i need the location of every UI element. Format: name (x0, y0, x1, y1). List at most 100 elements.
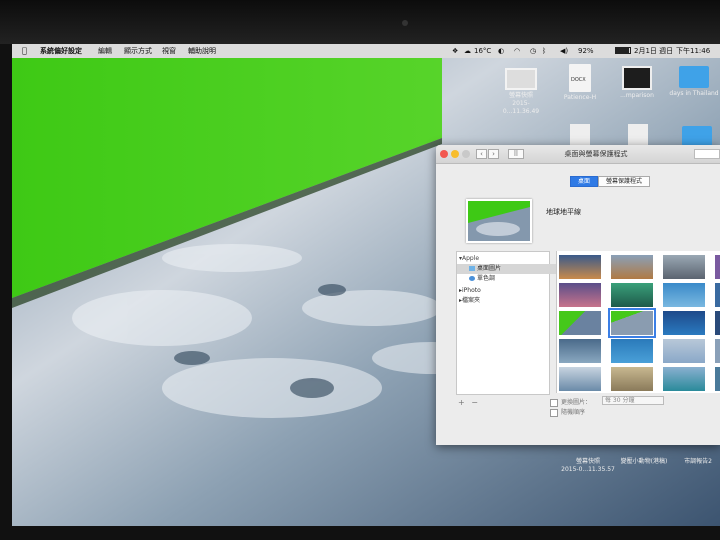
wallpaper-thumb[interactable] (559, 367, 601, 391)
wallpaper-thumb[interactable] (715, 339, 720, 363)
change-picture-checkbox[interactable] (550, 398, 558, 407)
dash-icon[interactable]: ◐ (498, 44, 504, 58)
icon-label: ...mparison (620, 92, 654, 99)
doc-file-icon[interactable] (628, 124, 648, 146)
doc-file-icon[interactable] (570, 124, 590, 146)
time[interactable]: 下午11:46 (676, 44, 710, 58)
tab-desktop[interactable]: 桌面 (570, 176, 598, 187)
image-file-icon (622, 66, 652, 90)
screenshot-thumbnail-icon (505, 68, 537, 90)
add-remove-buttons: + − (458, 398, 478, 407)
wallpaper-thumb[interactable] (663, 339, 705, 363)
remove-folder-button[interactable]: − (471, 398, 478, 407)
wallpaper-thumb[interactable] (663, 255, 705, 279)
docx-badge: DOCX (571, 77, 586, 83)
wallpaper-thumb[interactable] (663, 311, 705, 335)
minimize-icon[interactable] (451, 150, 459, 158)
icon-label: 市調報告2 (684, 458, 712, 465)
sidebar-item-solid-colors[interactable]: 單色調 (457, 274, 561, 284)
wallpaper-thumb[interactable] (611, 255, 653, 279)
back-button[interactable]: ‹ (476, 149, 487, 159)
icon-label-sub: 2015-0...11.35.57 (561, 466, 615, 473)
screen-bezel-left (0, 44, 12, 526)
folder-icon[interactable] (682, 126, 712, 146)
wallpaper-thumb[interactable] (715, 311, 720, 335)
menu-bar:  系統偏好設定 編輯 顯示方式 視窗 輔助說明 ❖ ☁ 16°C ◐ ◠ ◷ … (12, 44, 720, 58)
wallpaper-thumb[interactable] (715, 367, 720, 391)
wallpaper-thumb[interactable] (715, 283, 720, 307)
add-folder-button[interactable]: + (458, 398, 465, 407)
wallpaper-thumb[interactable] (663, 283, 705, 307)
desktop-icon-comparison[interactable]: ...mparison (612, 66, 662, 100)
show-all-grid-icon[interactable]: ⠿ (508, 149, 524, 159)
wallpaper-thumb[interactable] (559, 311, 601, 335)
menu-view[interactable]: 顯示方式 (124, 44, 152, 58)
desktop-icon-report[interactable]: 市調報告2 (676, 458, 720, 466)
source-list: ▾Apple 桌面圖片 單色調 ▸iPhoto ▸檔案夾 (456, 251, 561, 395)
battery-percent[interactable]: 92% (578, 44, 594, 58)
volume-icon[interactable]: ◀) (560, 44, 568, 58)
sidebar-group-label: 檔案夾 (462, 297, 481, 304)
search-input[interactable] (694, 149, 720, 159)
menu-help[interactable]: 輔助說明 (188, 44, 216, 58)
weather-icon[interactable]: ☁ (464, 44, 471, 58)
date[interactable]: 2月1日 週日 (634, 44, 673, 58)
wallpaper-grid (556, 251, 720, 393)
battery-icon[interactable] (615, 47, 631, 54)
current-wallpaper-preview (466, 199, 532, 243)
wallpaper-thumb[interactable] (663, 367, 705, 391)
menu-app-name[interactable]: 系統偏好設定 (40, 44, 82, 58)
apple-menu-icon[interactable]:  (22, 44, 27, 58)
sidebar-group-apple[interactable]: ▾Apple (457, 254, 551, 264)
change-picture-label: 更換圖片： (561, 399, 592, 406)
desktop-icon-folder[interactable]: days in Thailand (668, 66, 720, 98)
desktop-icon-doc-2[interactable]: 變壓小動物(港稿) (616, 458, 672, 466)
desktop-icon-screenshot-2[interactable]: 螢幕快照 2015-0...11.35.57 (560, 458, 616, 474)
window-title: 桌面與螢幕保護程式 (564, 150, 628, 158)
wallpaper-thumb[interactable] (715, 255, 720, 279)
sidebar-item-desktop-pictures[interactable]: 桌面圖片 (457, 264, 561, 274)
icon-label-sub: 2015-0...11.36.49 (502, 100, 540, 115)
screen-bezel-bottom (0, 526, 720, 540)
dropbox-icon[interactable]: ❖ (452, 44, 458, 58)
window-titlebar[interactable]: ‹ › ⠿ 桌面與螢幕保護程式 (436, 145, 720, 164)
sidebar-item-label: 單色調 (477, 275, 496, 282)
wallpaper-thumb-selected[interactable] (608, 308, 656, 338)
wallpaper-thumb[interactable] (559, 339, 601, 363)
bluetooth-icon[interactable]: ᛒ (542, 44, 546, 58)
menu-window[interactable]: 視窗 (162, 44, 176, 58)
icon-label: days in Thailand (669, 90, 719, 97)
wallpaper-thumb[interactable] (611, 339, 653, 363)
color-circle-icon (469, 276, 475, 281)
desktop-icon-screenshot[interactable]: 螢幕快照 2015-0...11.36.49 (496, 68, 546, 116)
icon-label: 螢幕快照 (508, 92, 533, 99)
wallpaper-thumb[interactable] (611, 283, 653, 307)
wallpaper-name: 地球地平線 (546, 208, 581, 216)
clock-icon[interactable]: ◷ (530, 44, 536, 58)
docx-file-icon: DOCX (569, 64, 591, 92)
camera (402, 20, 408, 26)
screen-bezel-top (0, 0, 720, 44)
battery-fill (616, 48, 629, 53)
wallpaper-thumb[interactable] (611, 367, 653, 391)
zoom-icon[interactable] (462, 150, 470, 158)
change-interval-select[interactable]: 每 30 分鐘 (602, 396, 664, 405)
icon-label: 螢幕快照 (575, 458, 600, 465)
sidebar-group-iphoto[interactable]: ▸iPhoto (457, 286, 551, 296)
sidebar-group-label: Apple (462, 255, 480, 262)
desktop-icon-docx[interactable]: DOCX Patience-H (558, 64, 602, 102)
random-order-checkbox[interactable] (550, 408, 558, 417)
icon-label: Patience-H (563, 94, 597, 101)
tab-screensaver[interactable]: 螢幕保護程式 (598, 176, 650, 187)
random-order-label: 隨機順序 (561, 409, 586, 416)
forward-button[interactable]: › (488, 149, 499, 159)
sidebar-item-label: 桌面圖片 (477, 265, 502, 272)
folder-icon (679, 66, 709, 88)
close-icon[interactable] (440, 150, 448, 158)
wallpaper-thumb[interactable] (559, 255, 601, 279)
wallpaper-thumb[interactable] (559, 283, 601, 307)
wifi-icon[interactable]: ◠ (514, 44, 520, 58)
sidebar-group-folders[interactable]: ▸檔案夾 (457, 296, 551, 306)
menu-edit[interactable]: 編輯 (98, 44, 112, 58)
temperature[interactable]: 16°C (474, 44, 491, 58)
